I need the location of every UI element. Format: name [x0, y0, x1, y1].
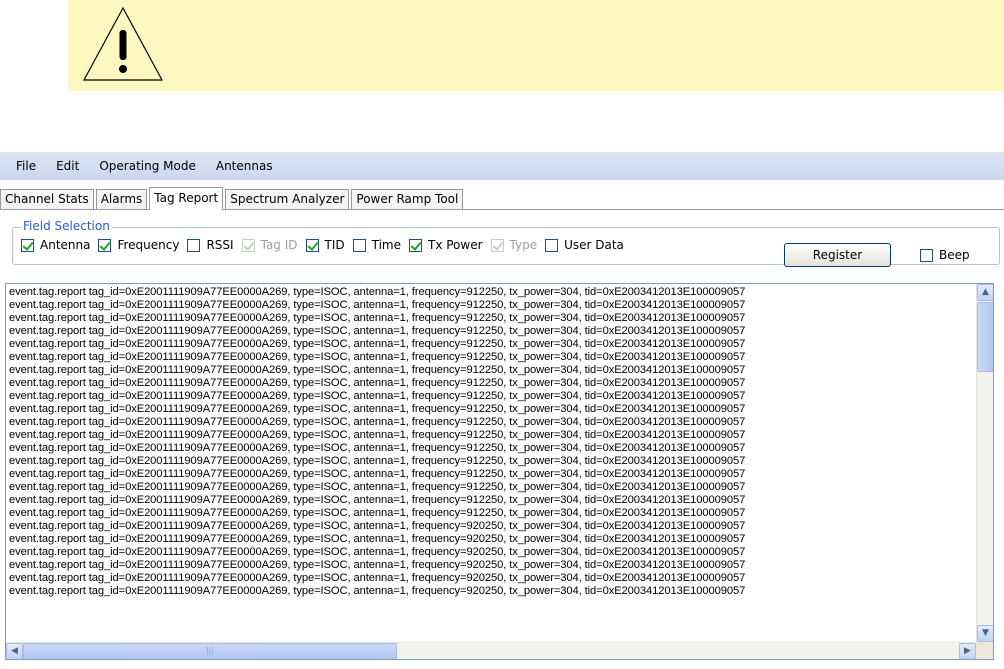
tab-channel-stats[interactable]: Channel Stats: [0, 189, 94, 209]
field-option-tx-power[interactable]: Tx Power: [409, 238, 483, 252]
warning-triangle-icon: [82, 6, 164, 81]
log-line: event.tag.report tag_id=0xE2001111909A77…: [9, 533, 746, 545]
tab-tag-report[interactable]: Tag Report: [149, 187, 224, 210]
log-line: event.tag.report tag_id=0xE2001111909A77…: [9, 468, 746, 480]
horizontal-scrollbar[interactable]: ◀ ||| ▶: [6, 642, 976, 659]
scroll-up-arrow-icon[interactable]: ▲: [977, 284, 993, 301]
log-line: event.tag.report tag_id=0xE2001111909A77…: [9, 416, 746, 428]
beep-label: Beep: [939, 248, 970, 262]
field-option-tid[interactable]: TID: [305, 238, 345, 252]
log-line: event.tag.report tag_id=0xE2001111909A77…: [9, 572, 746, 584]
field-selection-legend: Field Selection: [21, 219, 112, 233]
tab-power-ramp-tool[interactable]: Power Ramp Tool: [351, 189, 464, 209]
horizontal-scroll-thumb[interactable]: |||: [23, 643, 397, 659]
register-button[interactable]: Register: [784, 243, 891, 267]
log-line: event.tag.report tag_id=0xE2001111909A77…: [9, 377, 746, 389]
field-option-checkbox[interactable]: [21, 238, 34, 252]
field-option-checkbox[interactable]: [305, 238, 319, 252]
field-option-checkbox: [241, 238, 255, 252]
log-line: event.tag.report tag_id=0xE2001111909A77…: [9, 338, 746, 350]
log-line: event.tag.report tag_id=0xE2001111909A77…: [9, 351, 746, 363]
log-line: event.tag.report tag_id=0xE2001111909A77…: [9, 390, 746, 402]
field-option-tag-id: Tag ID: [241, 238, 298, 252]
log-line: event.tag.report tag_id=0xE2001111909A77…: [9, 286, 746, 298]
tab-strip: Channel Stats Alarms Tag Report Spectrum…: [0, 187, 465, 210]
vertical-scroll-thumb[interactable]: [977, 302, 993, 372]
field-option-type: Type: [490, 238, 538, 252]
log-line: event.tag.report tag_id=0xE2001111909A77…: [9, 520, 746, 532]
tab-spectrum-analyzer[interactable]: Spectrum Analyzer: [225, 189, 350, 209]
scrollbar-corner: [976, 642, 993, 659]
log-line: event.tag.report tag_id=0xE2001111909A77…: [9, 442, 746, 454]
tab-alarms[interactable]: Alarms: [95, 189, 148, 209]
menu-operating-mode[interactable]: Operating Mode: [89, 152, 206, 180]
tag-report-log[interactable]: event.tag.report tag_id=0xE2001111909A77…: [5, 283, 994, 660]
field-option-checkbox[interactable]: [409, 238, 422, 252]
log-lines: event.tag.report tag_id=0xE2001111909A77…: [9, 286, 969, 642]
field-option-label: Type: [509, 238, 538, 252]
scroll-down-arrow-icon[interactable]: ▼: [977, 625, 993, 642]
tag-report-window: File Edit Operating Mode Antennas Channe…: [0, 152, 1004, 669]
log-line: event.tag.report tag_id=0xE2001111909A77…: [9, 299, 746, 311]
menu-antennas[interactable]: Antennas: [206, 152, 283, 180]
log-line: event.tag.report tag_id=0xE2001111909A77…: [9, 507, 746, 519]
menu-bar: File Edit Operating Mode Antennas: [0, 152, 1004, 180]
field-option-checkbox[interactable]: [352, 238, 366, 252]
log-line: event.tag.report tag_id=0xE2001111909A77…: [9, 364, 746, 376]
field-option-label: Antenna: [40, 238, 91, 252]
log-line: event.tag.report tag_id=0xE2001111909A77…: [9, 494, 746, 506]
field-option-label: User Data: [564, 238, 624, 252]
beep-checkbox[interactable]: [920, 248, 933, 262]
log-line: event.tag.report tag_id=0xE2001111909A77…: [9, 312, 746, 324]
vertical-scrollbar[interactable]: ▲ ▼: [976, 284, 993, 642]
beep-option[interactable]: Beep: [920, 248, 970, 262]
field-option-checkbox[interactable]: [545, 238, 559, 252]
scroll-right-arrow-icon[interactable]: ▶: [959, 643, 976, 659]
field-option-checkbox: [490, 238, 504, 252]
menu-edit[interactable]: Edit: [46, 152, 89, 180]
field-options: Antenna Frequency RSSI Tag ID TID Time Tx Powe…: [21, 238, 632, 252]
field-option-label: Tag ID: [260, 238, 298, 252]
field-option-frequency[interactable]: Frequency: [98, 238, 179, 252]
log-line: event.tag.report tag_id=0xE2001111909A77…: [9, 403, 746, 415]
log-line: event.tag.report tag_id=0xE2001111909A77…: [9, 455, 746, 467]
field-option-label: RSSI: [206, 238, 234, 252]
field-option-label: Frequency: [117, 238, 180, 252]
log-line: event.tag.report tag_id=0xE2001111909A77…: [9, 546, 746, 558]
field-option-antenna[interactable]: Antenna: [21, 238, 90, 252]
menu-file[interactable]: File: [6, 152, 46, 180]
field-option-time[interactable]: Time: [352, 238, 401, 252]
field-option-rssi[interactable]: RSSI: [187, 238, 234, 252]
log-line: event.tag.report tag_id=0xE2001111909A77…: [9, 585, 746, 597]
tag-report-panel: Field Selection Antenna Frequency RSSI Tag …: [0, 209, 1004, 669]
log-line: event.tag.report tag_id=0xE2001111909A77…: [9, 325, 746, 337]
log-line: event.tag.report tag_id=0xE2001111909A77…: [9, 429, 746, 441]
log-line: event.tag.report tag_id=0xE2001111909A77…: [9, 559, 746, 571]
log-line: event.tag.report tag_id=0xE2001111909A77…: [9, 481, 746, 493]
field-option-checkbox[interactable]: [98, 238, 112, 252]
field-option-user-data[interactable]: User Data: [545, 238, 624, 252]
field-option-checkbox[interactable]: [187, 238, 201, 252]
warning-banner: [68, 0, 1004, 91]
scroll-left-arrow-icon[interactable]: ◀: [6, 643, 23, 659]
field-option-label: Tx Power: [428, 238, 483, 252]
field-option-label: Time: [371, 238, 401, 252]
field-option-label: TID: [324, 238, 345, 252]
